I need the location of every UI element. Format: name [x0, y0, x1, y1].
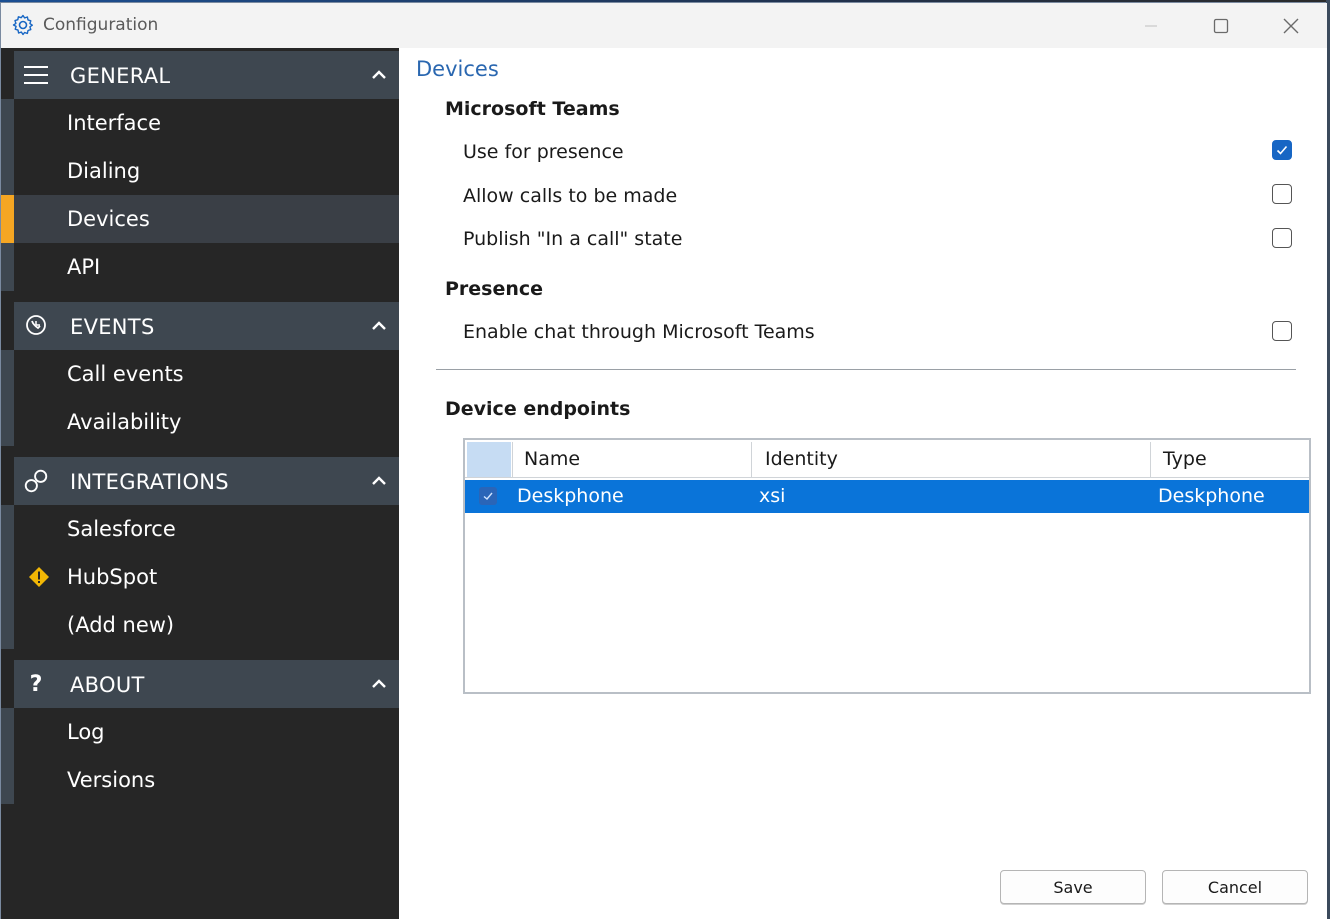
enable-chat-checkbox[interactable]	[1272, 321, 1292, 341]
checkmark-icon	[1276, 145, 1288, 155]
cancel-button[interactable]: Cancel	[1162, 870, 1308, 904]
section-integrations[interactable]: INTEGRATIONS	[14, 457, 399, 505]
hamburger-icon	[22, 61, 50, 89]
sidebar-item-add-new[interactable]: (Add new)	[14, 601, 399, 649]
maximize-button[interactable]	[1186, 3, 1256, 48]
teams-heading: Microsoft Teams	[445, 98, 620, 120]
select-all-column[interactable]	[467, 442, 511, 477]
sidebar-item-label: Devices	[67, 207, 150, 231]
section-divider	[436, 369, 1296, 370]
sidebar-item-label: Log	[67, 720, 105, 744]
sidebar-item-label: (Add new)	[67, 613, 175, 637]
minimize-button[interactable]	[1116, 3, 1186, 48]
sidebar-item-availability[interactable]: Availability	[14, 398, 399, 446]
sidebar-item-log[interactable]: Log	[14, 708, 399, 756]
configuration-window: Configuration GENERAL Interface Dialing	[0, 2, 1327, 919]
use-for-presence-checkbox[interactable]	[1272, 140, 1292, 160]
endpoints-table[interactable]: Name Identity Type Deskphone xsi Deskpho…	[463, 438, 1311, 694]
section-label: ABOUT	[70, 673, 145, 697]
sidebar-item-versions[interactable]: Versions	[14, 756, 399, 804]
chevron-up-icon	[372, 70, 386, 79]
section-events[interactable]: EVENTS	[14, 302, 399, 350]
section-label: GENERAL	[70, 64, 171, 88]
sidebar-item-salesforce[interactable]: Salesforce	[14, 505, 399, 553]
use-for-presence-label: Use for presence	[463, 141, 624, 163]
section-label: INTEGRATIONS	[70, 470, 229, 494]
maximize-icon	[1213, 18, 1229, 33]
page-title: Devices	[416, 57, 499, 81]
warning-icon	[29, 567, 49, 587]
table-header: Name Identity Type	[465, 440, 1309, 478]
presence-heading: Presence	[445, 278, 544, 300]
gear-icon	[12, 14, 33, 36]
save-button[interactable]: Save	[1000, 870, 1146, 904]
sidebar-item-label: Dialing	[67, 159, 141, 183]
section-about[interactable]: ? ABOUT	[14, 660, 399, 708]
column-name-header[interactable]: Name	[524, 448, 580, 470]
chevron-up-icon	[372, 321, 386, 330]
table-row[interactable]: Deskphone xsi Deskphone	[465, 480, 1309, 513]
enable-chat-label: Enable chat through Microsoft Teams	[463, 321, 815, 343]
sidebar-item-call-events[interactable]: Call events	[14, 350, 399, 398]
allow-calls-label: Allow calls to be made	[463, 185, 678, 207]
selection-marker	[1, 195, 14, 243]
close-button[interactable]	[1256, 3, 1326, 48]
sidebar-item-label: Versions	[67, 768, 156, 792]
chevron-up-icon	[372, 679, 386, 688]
section-rail	[1, 708, 14, 804]
section-label: EVENTS	[70, 315, 155, 339]
sidebar-item-label: HubSpot	[67, 565, 158, 589]
sidebar-item-devices[interactable]: Devices	[14, 195, 399, 243]
sidebar-item-hubspot[interactable]: HubSpot	[14, 553, 399, 601]
publish-in-call-checkbox[interactable]	[1272, 228, 1292, 248]
sidebar-item-label: Call events	[67, 362, 184, 386]
column-separator	[751, 442, 752, 478]
section-general[interactable]: GENERAL	[14, 51, 399, 99]
column-type-header[interactable]: Type	[1163, 448, 1207, 470]
link-icon	[22, 467, 50, 495]
column-separator	[1150, 442, 1151, 478]
sidebar-item-label: API	[67, 255, 101, 279]
sidebar-item-label: Interface	[67, 111, 162, 135]
column-identity-header[interactable]: Identity	[765, 448, 838, 470]
allow-calls-checkbox[interactable]	[1272, 184, 1292, 204]
title-bar[interactable]: Configuration	[1, 3, 1327, 48]
section-rail	[1, 350, 14, 446]
question-icon: ?	[29, 671, 43, 697]
row-type-cell: Deskphone	[1158, 485, 1265, 507]
events-icon	[22, 312, 50, 340]
window-title: Configuration	[43, 15, 159, 35]
sidebar-item-api[interactable]: API	[14, 243, 399, 291]
main-panel: Devices Microsoft Teams Use for presence…	[399, 48, 1327, 919]
column-separator	[512, 442, 513, 478]
row-identity-cell: xsi	[759, 485, 786, 507]
checkmark-icon	[483, 492, 493, 500]
publish-in-call-label: Publish "In a call" state	[463, 228, 683, 250]
chevron-up-icon	[372, 476, 386, 485]
sidebar-item-interface[interactable]: Interface	[14, 99, 399, 147]
sidebar-item-label: Availability	[67, 410, 182, 434]
row-name-cell: Deskphone	[517, 485, 624, 507]
section-rail	[1, 505, 14, 649]
sidebar: GENERAL Interface Dialing Devices API EV…	[1, 48, 399, 919]
endpoints-heading: Device endpoints	[445, 398, 631, 420]
row-checkbox[interactable]	[479, 487, 497, 505]
minimize-icon	[1145, 24, 1157, 27]
close-icon	[1283, 18, 1299, 33]
sidebar-item-label: Salesforce	[67, 517, 176, 541]
sidebar-item-dialing[interactable]: Dialing	[14, 147, 399, 195]
